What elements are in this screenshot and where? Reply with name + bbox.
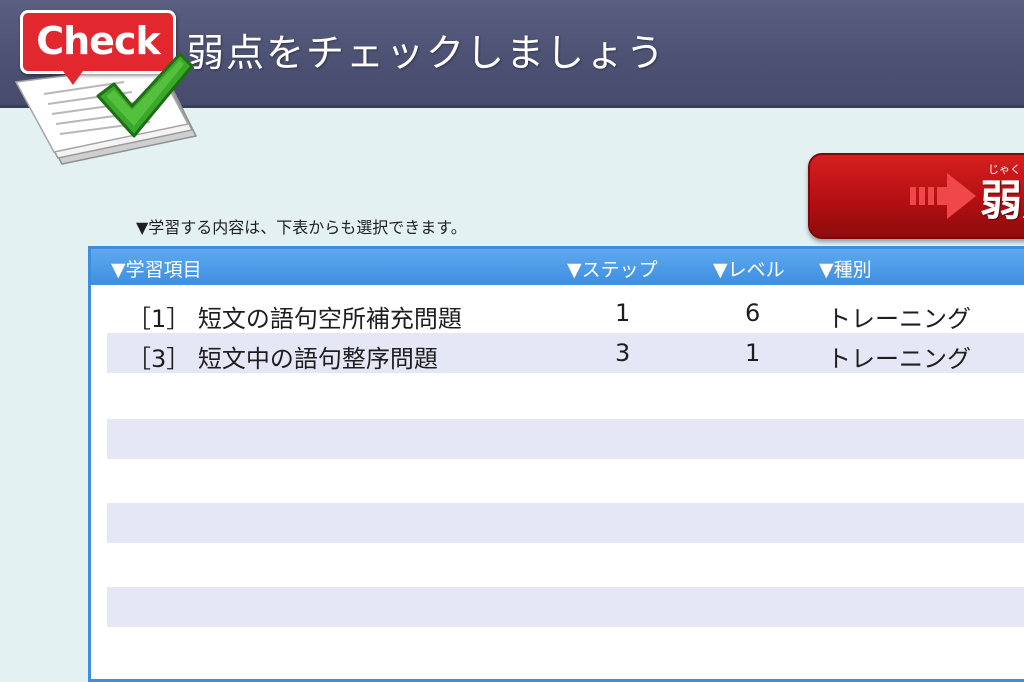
cell-type: トレーニング	[827, 345, 971, 373]
cell-level: 1	[745, 339, 761, 367]
button-label: 弱点	[980, 176, 1024, 225]
empty-row	[107, 503, 1024, 543]
empty-row	[107, 629, 1024, 669]
check-logo: Check	[8, 4, 198, 184]
forward-arrow-icon	[910, 173, 976, 219]
weakness-start-button[interactable]: じゃく 弱点	[808, 153, 1024, 239]
button-ruby: じゃく	[988, 163, 1021, 176]
cell-step: 1	[615, 299, 631, 327]
table-row[interactable]: ［3］ 短文中の語句整序問題 3 1 トレーニング	[107, 333, 1024, 373]
col-header-type[interactable]: ▼種別	[819, 255, 872, 282]
cell-item: ［3］ 短文中の語句整序問題	[127, 345, 438, 373]
instruction-text: ▼学習する内容は、下表からも選択できます。	[136, 218, 467, 237]
page-title: 弱点をチェックしましょう	[186, 31, 667, 75]
empty-row	[107, 419, 1024, 459]
empty-row	[107, 587, 1024, 627]
cell-step: 3	[615, 339, 631, 367]
empty-row	[107, 545, 1024, 585]
table-header: ▼学習項目 ▼ステップ ▼レベル ▼種別	[91, 249, 1024, 285]
empty-row	[107, 377, 1024, 417]
cell-type: トレーニング	[827, 305, 971, 333]
green-checkmark-icon	[96, 52, 194, 138]
cell-level: 6	[745, 299, 761, 327]
table-row[interactable]: ［1］ 短文の語句空所補充問題 1 6 トレーニング	[107, 293, 1024, 333]
empty-row	[107, 461, 1024, 501]
col-header-item[interactable]: ▼学習項目	[111, 255, 202, 282]
cell-item: ［1］ 短文の語句空所補充問題	[127, 305, 462, 333]
study-table: ▼学習項目 ▼ステップ ▼レベル ▼種別 ［1］ 短文の語句空所補充問題 1 6…	[88, 246, 1024, 682]
col-header-level[interactable]: ▼レベル	[713, 255, 785, 282]
col-header-step[interactable]: ▼ステップ	[567, 255, 658, 282]
